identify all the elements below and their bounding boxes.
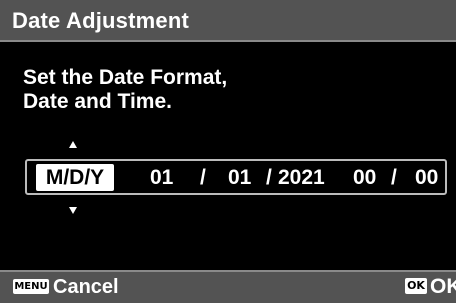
date-separator: / xyxy=(266,166,272,189)
page-title: Date Adjustment xyxy=(12,8,189,33)
arrow-up-icon[interactable] xyxy=(69,141,77,148)
footer-divider xyxy=(0,270,456,272)
month-field[interactable]: 01 xyxy=(150,164,173,191)
instruction-line-1: Set the Date Format, xyxy=(23,66,228,89)
title-divider xyxy=(0,40,456,42)
title-bar: Date Adjustment xyxy=(0,0,456,42)
day-field[interactable]: 01 xyxy=(228,164,251,191)
ok-button-icon[interactable]: OK xyxy=(405,278,427,294)
time-separator: / xyxy=(391,166,397,189)
date-adjustment-screen: Date Adjustment Set the Date Format, Dat… xyxy=(0,0,456,303)
instruction-line-2: Date and Time. xyxy=(23,90,172,113)
ok-button[interactable]: OK xyxy=(430,275,456,299)
minute-field[interactable]: 00 xyxy=(415,164,438,191)
date-separator: / xyxy=(200,166,206,189)
year-field[interactable]: 2021 xyxy=(278,164,325,191)
menu-button-icon[interactable]: MENU xyxy=(13,279,49,294)
hour-field[interactable]: 00 xyxy=(353,164,376,191)
cancel-button[interactable]: Cancel xyxy=(53,276,119,299)
arrow-down-icon[interactable] xyxy=(69,207,77,214)
date-format-selector[interactable]: M/D/Y xyxy=(36,164,114,191)
